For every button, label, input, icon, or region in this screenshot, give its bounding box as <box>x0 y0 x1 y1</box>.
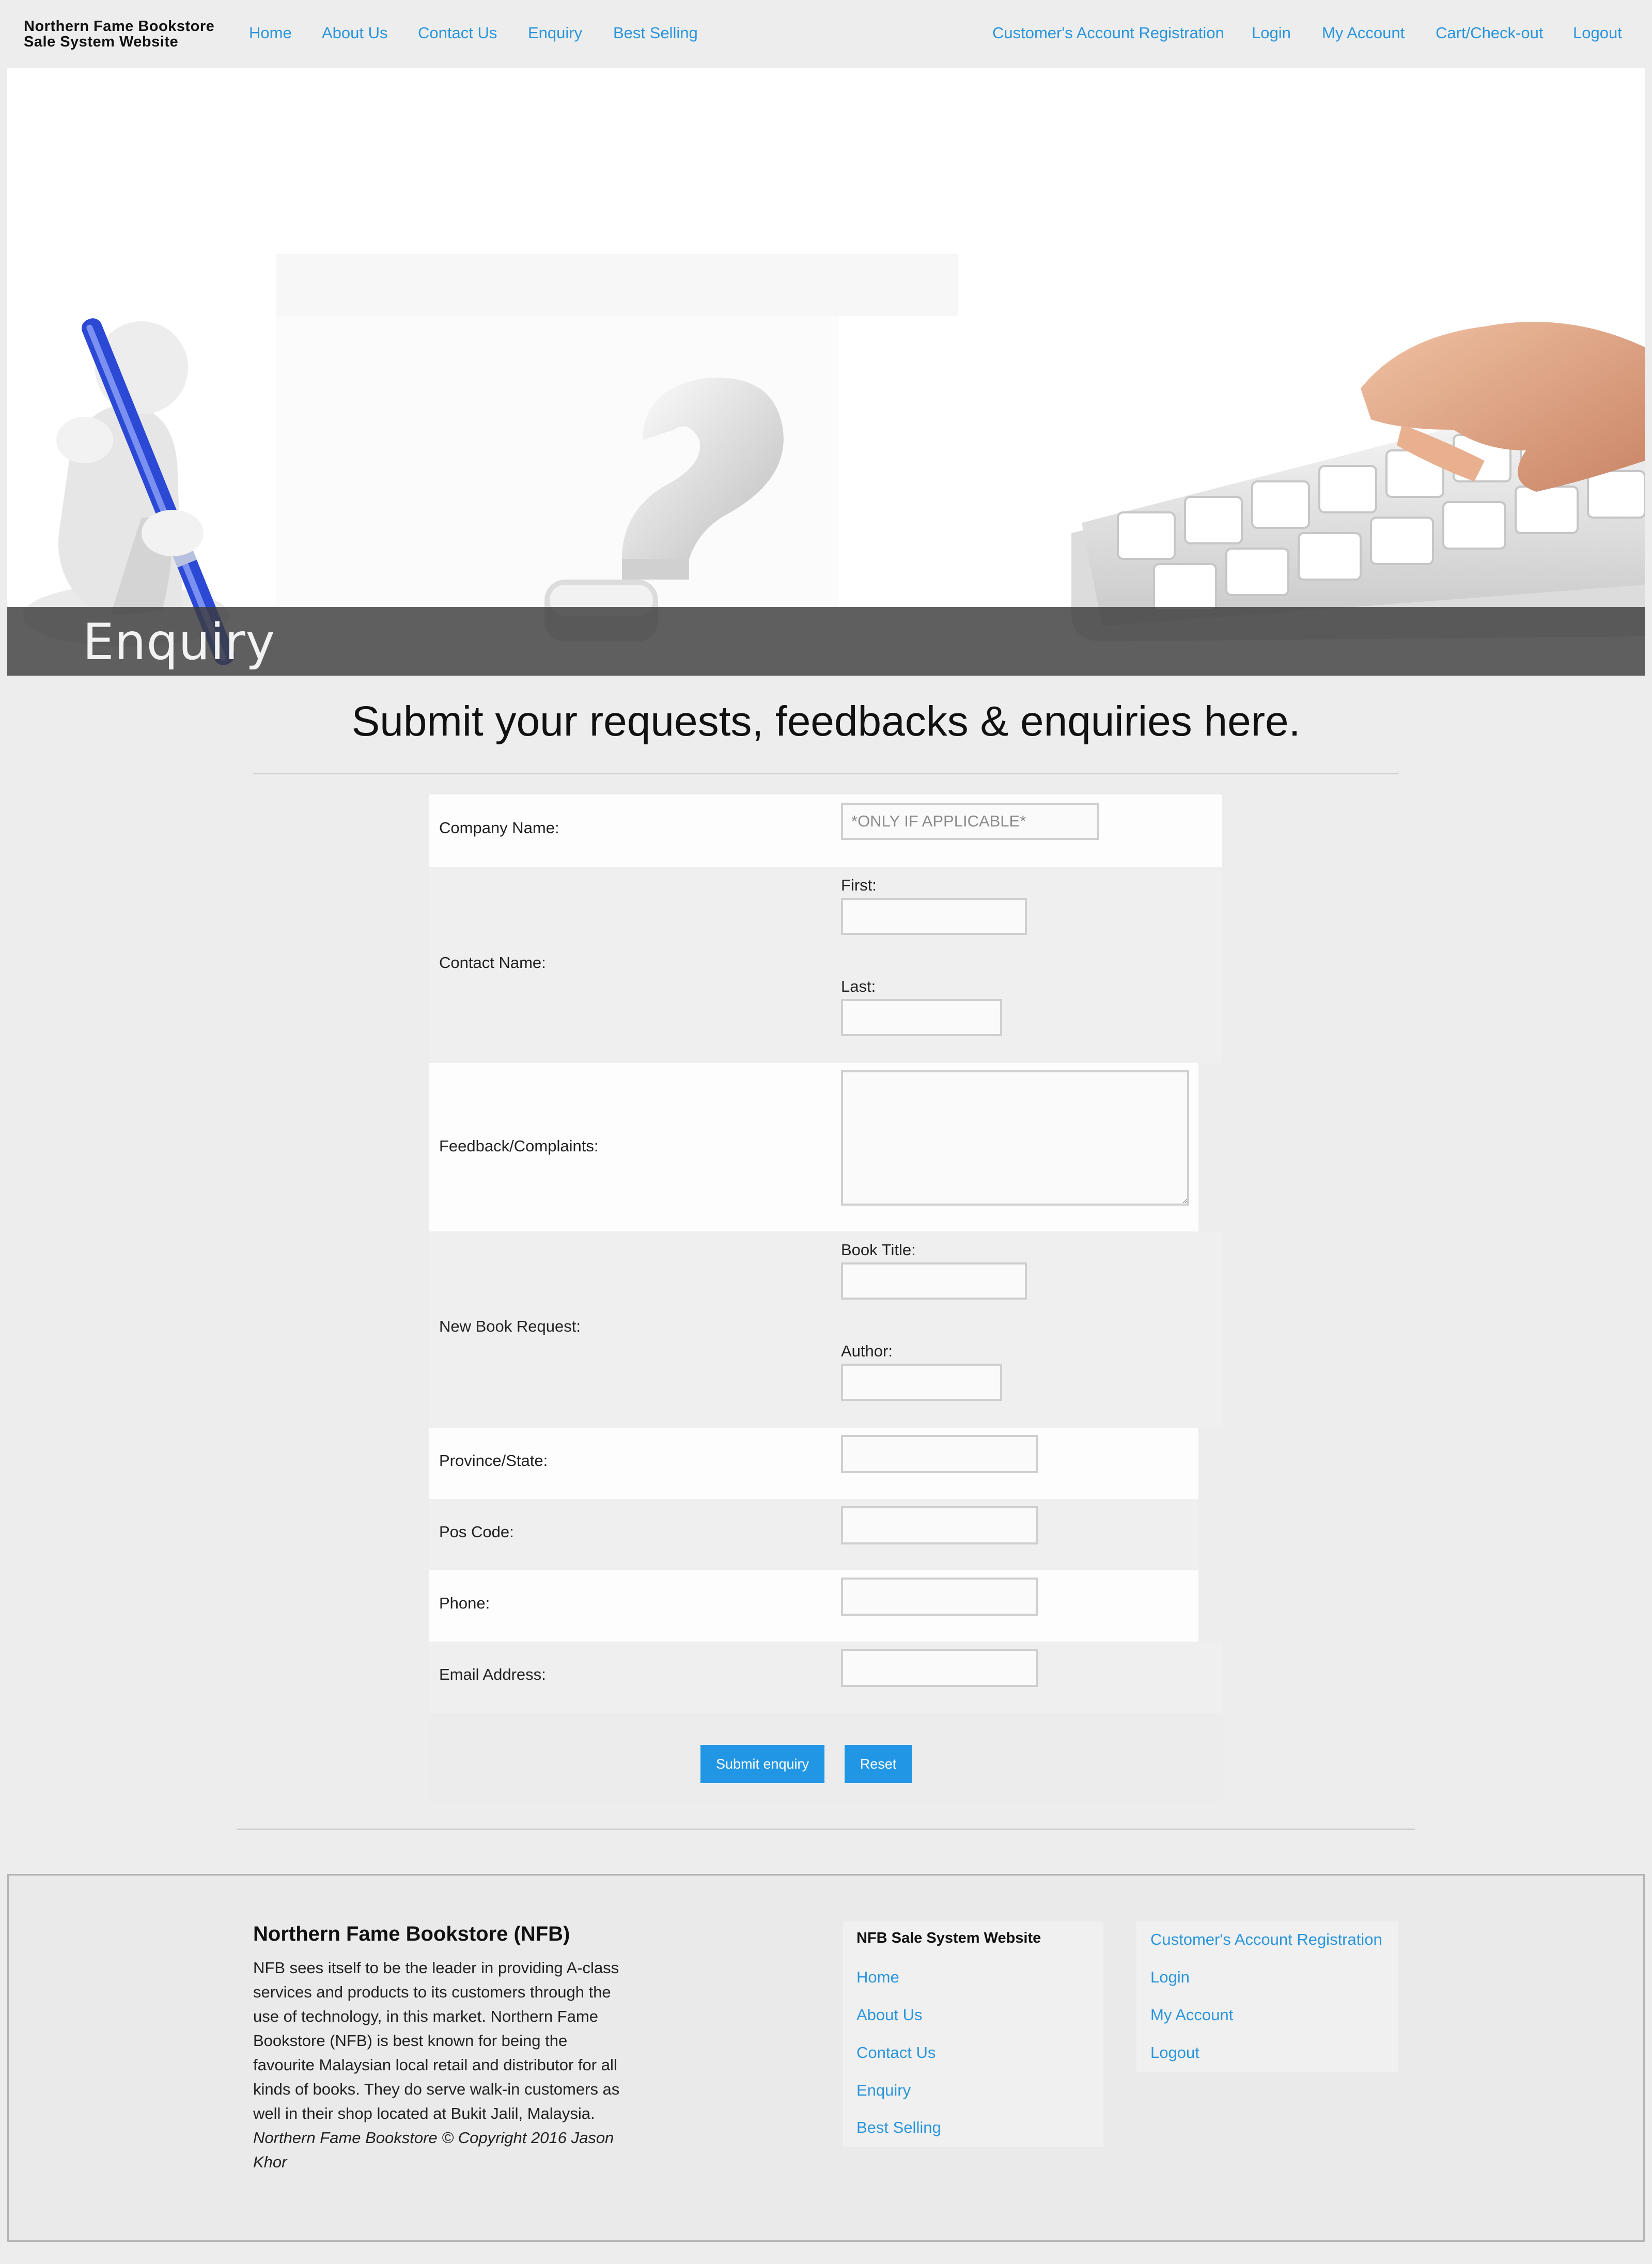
reset-button[interactable]: Reset <box>845 1745 912 1783</box>
brand-line-2: Sale System Website <box>24 34 179 50</box>
pos-code-label: Pos Code: <box>439 1523 514 1541</box>
nav-link-account-registration[interactable]: Customer's Account Registration <box>992 24 1224 42</box>
nav-link-cart-checkout[interactable]: Cart/Check-out <box>1436 24 1543 42</box>
footer-link-about-us[interactable]: About Us <box>856 2006 923 2024</box>
book-title-label: Book Title: <box>841 1241 916 1259</box>
footer-link-login[interactable]: Login <box>1150 1968 1190 1987</box>
nav-link-logout[interactable]: Logout <box>1573 24 1622 42</box>
footer-copyright: Northern Fame Bookstore © Copyright 2016… <box>253 2129 614 2171</box>
page-heading: Submit your requests, feedbacks & enquir… <box>351 698 1301 745</box>
book-title-input[interactable] <box>841 1262 1027 1300</box>
keyboard-with-hand <box>1071 322 1645 642</box>
contact-name-label: Contact Name: <box>439 954 546 972</box>
phone-input[interactable] <box>841 1578 1038 1616</box>
hero-illustration <box>23 254 1645 665</box>
nav-link-home[interactable]: Home <box>249 24 292 42</box>
footer-link-my-account[interactable]: My Account <box>1150 2006 1233 2024</box>
nav-link-login[interactable]: Login <box>1252 24 1291 42</box>
footer-site-links <box>843 1922 1103 2147</box>
hero-banner: Enquiry <box>7 68 1645 676</box>
nav-link-best-selling[interactable]: Best Selling <box>613 24 698 42</box>
footer-link-logout[interactable]: Logout <box>1150 2043 1199 2062</box>
form-row-company: Company Name: <box>429 794 1222 867</box>
submit-enquiry-button[interactable]: Submit enquiry <box>700 1745 824 1783</box>
footer-title: Northern Fame Bookstore (NFB) <box>253 1923 570 1945</box>
form-row-email: Email Address: <box>429 1642 1222 1713</box>
author-label: Author: <box>841 1342 893 1360</box>
pos-code-input[interactable] <box>841 1506 1038 1544</box>
footer-link-contact-us[interactable]: Contact Us <box>856 2043 936 2062</box>
phone-label: Phone: <box>439 1594 490 1612</box>
form-row-province: Province/State: <box>429 1428 1198 1499</box>
site-brand[interactable]: Northern Fame Bookstore Sale System Webs… <box>24 19 230 50</box>
last-name-label: Last: <box>841 977 876 995</box>
author-input[interactable] <box>841 1364 1002 1401</box>
form-row-contact-name: Contact Name: First: Last: <box>429 867 1222 1063</box>
form-actions <box>429 1713 1222 1804</box>
footer-site-heading: NFB Sale System Website <box>856 1930 1041 1946</box>
form-row-feedback: Feedback/Complaints: <box>429 1063 1198 1231</box>
nav-link-enquiry[interactable]: Enquiry <box>528 24 582 42</box>
footer-link-account-registration[interactable]: Customer's Account Registration <box>1150 1930 1382 1949</box>
form-row-pos-code: Pos Code: <box>429 1499 1198 1570</box>
email-input[interactable] <box>841 1649 1038 1687</box>
feedback-label: Feedback/Complaints: <box>439 1137 599 1155</box>
divider <box>237 1829 1415 1830</box>
nav-link-my-account[interactable]: My Account <box>1322 24 1405 42</box>
feedback-textarea[interactable] <box>841 1070 1189 1206</box>
first-name-label: First: <box>841 876 877 894</box>
footer-link-enquiry[interactable]: Enquiry <box>856 2081 911 2100</box>
footer-description: NFB sees itself to be the leader in prov… <box>253 1959 620 2122</box>
first-name-input[interactable] <box>841 898 1027 935</box>
nav-link-about-us[interactable]: About Us <box>322 24 388 42</box>
hero-title: Enquiry <box>83 613 276 671</box>
form-row-phone: Phone: <box>429 1570 1198 1642</box>
nav-link-contact-us[interactable]: Contact Us <box>418 24 497 42</box>
form-row-book-request: New Book Request: Book Title: Author: <box>429 1231 1222 1428</box>
company-name-label: Company Name: <box>439 819 559 837</box>
province-input[interactable] <box>841 1435 1038 1473</box>
province-label: Province/State: <box>439 1451 548 1470</box>
divider <box>253 773 1399 774</box>
footer-link-best-selling[interactable]: Best Selling <box>856 2118 941 2137</box>
new-book-request-label: New Book Request: <box>439 1317 581 1335</box>
last-name-input[interactable] <box>841 999 1002 1036</box>
footer-link-home[interactable]: Home <box>856 1968 899 1987</box>
email-label: Email Address: <box>439 1665 546 1683</box>
top-navbar: Northern Fame Bookstore Sale System Webs… <box>0 0 1652 68</box>
company-name-input[interactable] <box>841 803 1099 840</box>
brand-line-1: Northern Fame Bookstore <box>24 18 215 35</box>
